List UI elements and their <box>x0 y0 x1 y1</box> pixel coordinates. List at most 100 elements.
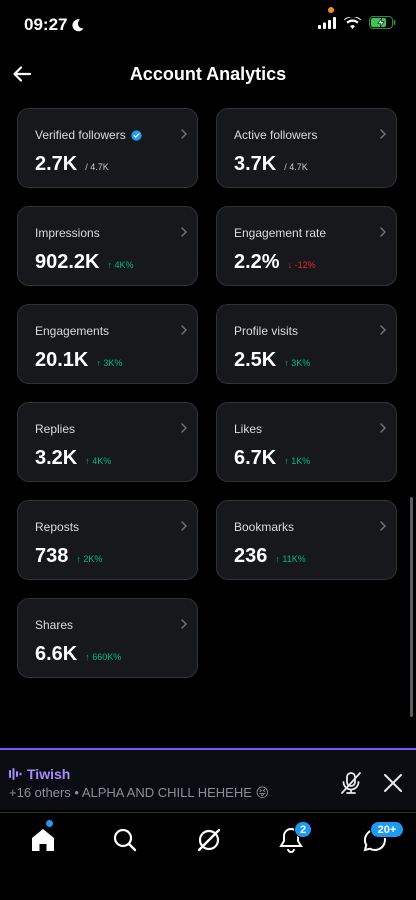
card-value: 3.2K <box>35 447 78 469</box>
card-trend-up: ↑ 11K% <box>275 554 306 564</box>
card-label: Replies <box>35 422 76 436</box>
home-icon[interactable] <box>28 825 58 855</box>
card-value-row: 6.6K ↑ 660K% <box>35 643 121 666</box>
card-value: 902.2K <box>35 251 100 273</box>
status-bar: 09:27 <box>0 0 416 52</box>
audio-wave-icon <box>9 768 22 780</box>
card-verified-followers[interactable]: Verified followers 2.7K / 4.7K <box>17 108 198 188</box>
card-label-wrap: Profile visits <box>234 324 298 338</box>
mic-off-icon[interactable] <box>338 770 364 796</box>
card-trend-down: ↓ -12% <box>287 260 316 270</box>
card-label-wrap: Likes <box>234 422 262 436</box>
card-replies[interactable]: Replies 3.2K ↑ 4K% <box>17 402 198 482</box>
card-label-wrap: Engagements <box>35 324 109 338</box>
card-trend-up: ↑ 4K% <box>107 260 134 270</box>
scrollbar[interactable] <box>410 497 413 717</box>
card-label: Engagement rate <box>234 226 327 240</box>
card-label-wrap: Reposts <box>35 520 79 534</box>
home-new-dot <box>46 820 53 827</box>
card-value: 6.7K <box>234 447 277 469</box>
space-title: Tiwish <box>27 766 71 782</box>
card-trend-up: ↑ 2K% <box>76 554 103 564</box>
chevron-right-icon <box>181 521 187 531</box>
notifications-badge: 2 <box>294 821 312 838</box>
card-label-wrap: Engagement rate <box>234 226 326 240</box>
chevron-right-icon <box>181 227 187 237</box>
card-engagement-rate[interactable]: Engagement rate 2.2% ↓ -12% <box>216 206 397 286</box>
card-reposts[interactable]: Reposts 738 ↑ 2K% <box>17 500 198 580</box>
card-value-row: 2.2% ↓ -12% <box>234 251 316 274</box>
card-subvalue: / 4.7K <box>284 162 308 172</box>
card-label: Impressions <box>35 226 100 240</box>
status-time-text: 09:27 <box>24 15 68 34</box>
card-value: 3.7K <box>234 153 277 175</box>
card-trend-up: ↑ 660K% <box>85 652 122 662</box>
search-icon[interactable] <box>110 825 140 855</box>
card-label-wrap: Replies <box>35 422 75 436</box>
verified-badge-icon <box>131 129 142 141</box>
chevron-right-icon <box>380 423 386 433</box>
card-trend-up: ↑ 3K% <box>96 358 123 368</box>
card-label: Engagements <box>35 324 110 338</box>
messages-badge: 20+ <box>370 821 404 838</box>
card-active-followers[interactable]: Active followers 3.7K / 4.7K <box>216 108 397 188</box>
card-shares[interactable]: Shares 6.6K ↑ 660K% <box>17 598 198 678</box>
status-time: 09:27 <box>24 15 85 35</box>
card-label: Verified followers <box>35 128 126 142</box>
grok-icon[interactable] <box>194 825 224 855</box>
card-value: 6.6K <box>35 643 78 665</box>
card-trend-up: ↑ 1K% <box>284 456 311 466</box>
close-icon[interactable] <box>382 772 404 794</box>
card-label-wrap: Verified followers <box>35 128 142 142</box>
card-subvalue: / 4.7K <box>85 162 109 172</box>
card-trend-up: ↑ 3K% <box>284 358 311 368</box>
space-bar[interactable]: Tiwish +16 others • ALPHA AND CHILL HEHE… <box>0 748 416 810</box>
card-bookmarks[interactable]: Bookmarks 236 ↑ 11K% <box>216 500 397 580</box>
card-label-wrap: Active followers <box>234 128 317 142</box>
battery-charging-icon <box>369 16 396 29</box>
moon-icon <box>72 19 84 32</box>
chevron-right-icon <box>181 129 187 139</box>
chevron-right-icon <box>380 227 386 237</box>
card-label-wrap: Bookmarks <box>234 520 294 534</box>
card-value-row: 3.2K ↑ 4K% <box>35 447 111 470</box>
card-value-row: 738 ↑ 2K% <box>35 545 102 568</box>
chevron-right-icon <box>181 619 187 629</box>
card-label: Shares <box>35 618 74 632</box>
metrics-grid: Verified followers 2.7K / 4.7K Active fo… <box>17 108 397 678</box>
page-title: Account Analytics <box>129 64 287 84</box>
card-value: 2.7K <box>35 153 78 175</box>
card-profile-visits[interactable]: Profile visits 2.5K ↑ 3K% <box>216 304 397 384</box>
chevron-right-icon <box>181 423 187 433</box>
privacy-indicator-dot <box>328 7 334 13</box>
card-value: 738 <box>35 545 69 567</box>
card-label: Likes <box>234 422 263 436</box>
chevron-right-icon <box>380 521 386 531</box>
card-value-row: 2.7K / 4.7K <box>35 153 109 176</box>
header: Account Analytics <box>0 52 416 96</box>
card-value-row: 20.1K ↑ 3K% <box>35 349 122 372</box>
card-value: 236 <box>234 545 268 567</box>
chevron-right-icon <box>380 325 386 335</box>
card-label: Reposts <box>35 520 80 534</box>
card-value: 2.5K <box>234 349 277 371</box>
card-impressions[interactable]: Impressions 902.2K ↑ 4K% <box>17 206 198 286</box>
wifi-icon <box>344 16 361 29</box>
card-label: Active followers <box>234 128 318 142</box>
card-label-wrap: Shares <box>35 618 73 632</box>
card-value: 20.1K <box>35 349 89 371</box>
space-subtitle: +16 others • ALPHA AND CHILL HEHEHE 😝 <box>9 785 270 800</box>
status-icons <box>318 16 396 29</box>
card-value-row: 236 ↑ 11K% <box>234 545 306 568</box>
card-likes[interactable]: Likes 6.7K ↑ 1K% <box>216 402 397 482</box>
space-title-wrap: Tiwish <box>9 766 70 782</box>
cellular-signal-icon <box>318 16 336 29</box>
chevron-right-icon <box>181 325 187 335</box>
card-value-row: 2.5K ↑ 3K% <box>234 349 310 372</box>
card-trend-up: ↑ 4K% <box>85 456 112 466</box>
tab-bar: 2 20+ <box>0 812 416 900</box>
card-value-row: 6.7K ↑ 1K% <box>234 447 310 470</box>
card-engagements[interactable]: Engagements 20.1K ↑ 3K% <box>17 304 198 384</box>
card-value-row: 902.2K ↑ 4K% <box>35 251 134 274</box>
card-value: 2.2% <box>234 251 280 273</box>
